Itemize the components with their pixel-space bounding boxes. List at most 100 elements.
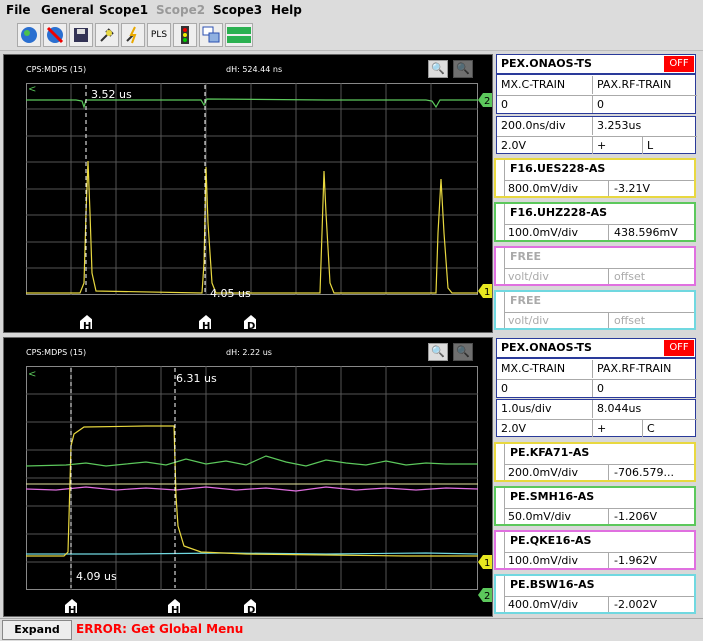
menu-help[interactable]: Help [271,3,302,17]
scope-1-ch1-name: F16.UES228-AS [510,162,606,175]
scope-2-h-cursor-handle-1[interactable]: H [65,599,77,613]
scope-1-channel-1-marker[interactable]: 1 [478,283,492,299]
scope-2-zoom-out-button[interactable]: 🔍 [453,343,473,361]
scope-1-trigger-slope[interactable]: + [592,136,642,154]
scope-2-delay-handle[interactable]: D [244,599,256,613]
scope-2-h-cursor-handle-2[interactable]: H [168,599,180,613]
scope-2-trigger-slope[interactable]: + [592,419,642,437]
scope-2-ch4-offset[interactable]: -2.002V [614,598,657,611]
scope-2-train-b-value[interactable]: 0 [592,379,697,397]
scope-1-cursor-bottom-label: 4.05 us [210,287,251,300]
menu-scope3[interactable]: Scope3 [213,3,262,17]
layout-stack-button[interactable] [225,23,253,47]
scope-2-ch2-scale[interactable]: 50.0mV/div [508,510,571,523]
scope-2-marker-2-label: 2 [484,591,490,602]
scope-2-train-a[interactable]: MX.C-TRAIN [497,360,592,378]
scope-1-ch2-offset[interactable]: 438.596mV [614,226,678,239]
scope-1-h-marker-1-label: H [83,321,91,329]
scope-1-channel-4-box[interactable]: FREE volt/div offset [494,290,696,330]
scope-1-ch4-name: FREE [510,294,542,307]
no-globe-icon [46,26,64,44]
globe-button[interactable] [17,23,41,47]
scope-1-ch2-name: F16.UHZ228-AS [510,206,608,219]
scope-2-h-marker-2-label: H [171,605,179,613]
scope-1-train-b-value[interactable]: 0 [592,95,697,113]
scope-2-channel-2-box[interactable]: PE.SMH16-AS 50.0mV/div -1.206V [494,486,696,526]
plug-connect-button[interactable] [121,23,145,47]
status-bar: Expand ERROR: Get Global Menu [0,618,703,641]
menu-scope1[interactable]: Scope1 [99,3,148,17]
scope-1-d-marker-label: D [247,321,255,329]
scope-1-dh-readout: dH: 524.44 ns [226,65,283,74]
scope-2-delay[interactable]: 8.044us [592,400,697,418]
scope-1-train-a[interactable]: MX.C-TRAIN [497,76,592,94]
scope-2-ch3-scale[interactable]: 100.0mV/div [508,554,578,567]
window-layout-button[interactable] [199,23,223,47]
scope-1-zoom-in-button[interactable]: 🔍 [428,60,448,78]
scope-1-ch1-scale[interactable]: 800.0mV/div [508,182,578,195]
scope-1-timebase[interactable]: 200.0ns/div [497,117,592,135]
scope-2-trigger-mode[interactable]: C [642,419,697,437]
scope-2-ch1-scale[interactable]: 200.0mV/div [508,466,578,479]
scope-1-ch4-offset[interactable]: offset [614,314,645,327]
scope-1-channel-2-marker[interactable]: 2 [478,92,492,108]
disk-icon [74,28,88,42]
scope-1-off-button[interactable]: OFF [664,56,694,72]
scope-2-timebase[interactable]: 1.0us/div [497,400,592,418]
scope-1-ch4-scale[interactable]: volt/div [508,314,549,327]
scope-2-graticule[interactable]: < [26,366,478,590]
scope-2-cursor-top-label: 6.31 us [176,372,217,385]
scope-1-h-cursor-handle-1[interactable]: H [80,315,92,329]
scope-2-channel-2-marker[interactable]: 2 [478,587,492,603]
scope-2-ch2-name: PE.SMH16-AS [510,490,595,503]
disconnect-button[interactable] [43,23,67,47]
scope-1-ch2-scale[interactable]: 100.0mV/div [508,226,578,239]
scope-2-train-b[interactable]: PAX.RF-TRAIN [592,360,697,378]
scope-1-train-b[interactable]: PAX.RF-TRAIN [592,76,697,94]
scope-2-channel-4-box[interactable]: PE.BSW16-AS 400.0mV/div -2.002V [494,574,696,614]
scope-1-ch1-offset[interactable]: -3.21V [614,182,650,195]
scope-1-channel-1-box[interactable]: F16.UES228-AS 800.0mV/div -3.21V [494,158,696,198]
scope-1-channel-2-box[interactable]: F16.UHZ228-AS 100.0mV/div 438.596mV [494,202,696,242]
plug-button[interactable] [95,23,119,47]
scope-1-cursor-top-label: 3.52 us [91,88,132,101]
scope-1-channel-3-box[interactable]: FREE volt/div offset [494,246,696,286]
scope-1-trigger-level[interactable]: 2.0V [497,136,592,154]
scope-1-trigger-mode[interactable]: L [642,136,697,154]
plug-icon [100,28,114,42]
scope-1-ch3-scale[interactable]: volt/div [508,270,549,283]
zoom-in-icon: 🔍 [431,345,445,358]
layout-stack-icon [227,27,251,43]
scope-1-marker-2-label: 2 [484,96,490,107]
menu-file[interactable]: File [6,3,31,17]
menu-scope2[interactable]: Scope2 [156,3,205,17]
scope-2-ch2-offset[interactable]: -1.206V [614,510,657,523]
scope-2-channel-3-box[interactable]: PE.QKE16-AS 100.0mV/div -1.962V [494,530,696,570]
scope-2-cursor-bottom-label: 4.09 us [76,570,117,583]
traffic-light-button[interactable] [173,23,197,47]
scope-2-trigger-marker: < [28,369,36,380]
scope-1-delay[interactable]: 3.253us [592,117,697,135]
scope-1-train-a-value[interactable]: 0 [497,95,592,113]
save-button[interactable] [69,23,93,47]
scope-2-train-a-value[interactable]: 0 [497,379,592,397]
scope-2-zoom-in-button[interactable]: 🔍 [428,343,448,361]
pls-button[interactable]: PLS [147,23,171,47]
scope-2-channel-1-marker[interactable]: 1 [478,554,492,570]
scope-2-ch3-name: PE.QKE16-AS [510,534,592,547]
expand-button[interactable]: Expand [2,620,72,640]
scope-2-off-button[interactable]: OFF [664,340,694,356]
scope-1-graticule[interactable]: < [26,83,478,295]
scope-2-ch4-scale[interactable]: 400.0mV/div [508,598,578,611]
scope-2-ch1-offset[interactable]: -706.579... [614,466,674,479]
menu-general[interactable]: General [41,3,94,17]
scope-1-settings-panel: PEX.ONAOS-TS OFF MX.C-TRAIN PAX.RF-TRAIN… [494,54,700,332]
scope-1-ch3-offset[interactable]: offset [614,270,645,283]
scope-2-channel-1-box[interactable]: PE.KFA71-AS 200.0mV/div -706.579... [494,442,696,482]
scope-1-zoom-out-button[interactable]: 🔍 [453,60,473,78]
scope-1-h-cursor-handle-2[interactable]: H [199,315,211,329]
scope-2-ch3-offset[interactable]: -1.962V [614,554,657,567]
scope-1-delay-handle[interactable]: D [244,315,256,329]
scope-2-trigger-level[interactable]: 2.0V [497,419,592,437]
scope-2-source-name: PEX.ONAOS-TS [501,341,592,354]
